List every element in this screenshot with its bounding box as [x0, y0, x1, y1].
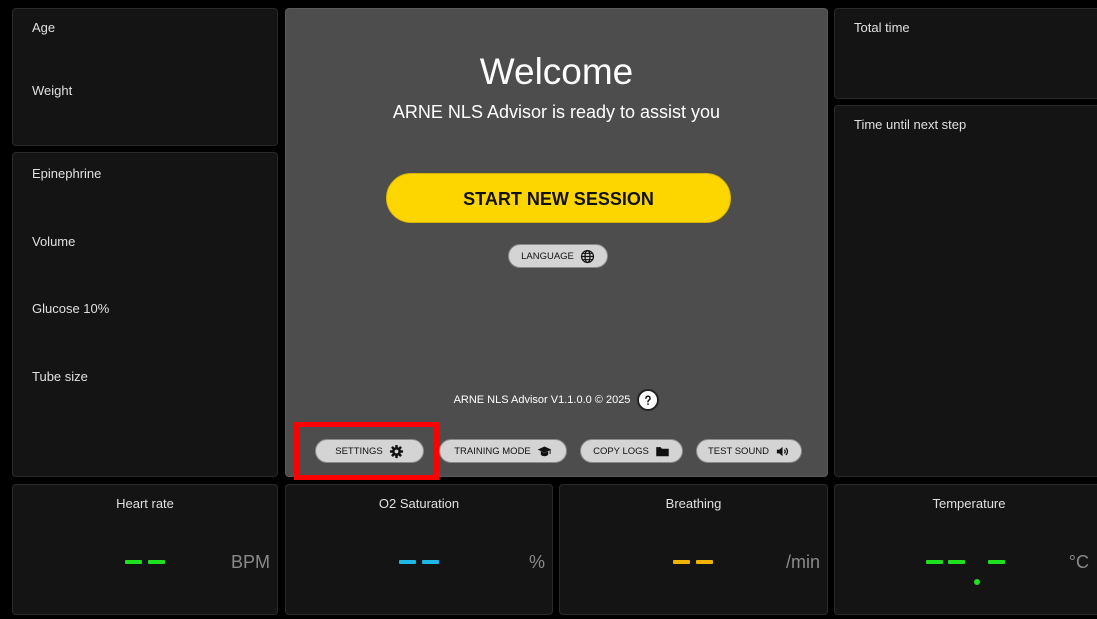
total-time-panel: Total time: [834, 8, 1097, 99]
graduation-cap-icon: [537, 446, 552, 456]
temperature-value-placeholder: [926, 560, 943, 564]
settings-highlight-box: [294, 422, 439, 480]
copy-logs-button[interactable]: COPY LOGS: [580, 439, 683, 463]
next-step-label: Time until next step: [854, 117, 967, 132]
epinephrine-label: Epinephrine: [32, 166, 102, 181]
volume-label: Volume: [32, 234, 76, 249]
start-new-session-button[interactable]: START NEW SESSION: [386, 173, 731, 223]
version-text: ARNE NLS Advisor V1.1.0.0 © 2025: [453, 394, 631, 406]
test-sound-label: TEST SOUND: [707, 445, 770, 457]
heart-rate-panel: Heart rate BPM: [12, 484, 278, 615]
breathing-value-placeholder: [696, 560, 713, 564]
breathing-panel: Breathing /min: [559, 484, 828, 615]
heart-rate-title: Heart rate: [116, 496, 174, 511]
folder-icon: [656, 446, 669, 456]
o2-saturation-unit: %: [528, 552, 545, 572]
speaker-icon: [776, 446, 789, 456]
o2-value-placeholder: [399, 560, 416, 564]
breathing-unit: /min: [785, 552, 820, 572]
temperature-unit: °C: [1068, 552, 1089, 572]
welcome-subtitle: ARNE NLS Advisor is ready to assist you: [392, 102, 721, 122]
medication-panel[interactable]: Epinephrine Volume Glucose 10% Tube size: [12, 152, 278, 477]
temperature-title: Temperature: [932, 496, 1006, 511]
welcome-title: Welcome: [479, 51, 634, 92]
glucose-label: Glucose 10%: [32, 301, 110, 316]
welcome-panel: Welcome ARNE NLS Advisor is ready to ass…: [285, 8, 828, 480]
total-time-label: Total time: [854, 20, 910, 35]
help-icon[interactable]: [637, 389, 660, 411]
globe-icon: [580, 249, 594, 263]
test-sound-button[interactable]: TEST SOUND: [696, 439, 802, 463]
tube-size-label: Tube size: [32, 369, 88, 384]
patient-panel[interactable]: Age Weight: [12, 8, 278, 146]
language-button[interactable]: LANGUAGE: [508, 244, 608, 268]
heart-rate-value-placeholder: [125, 560, 142, 564]
weight-label: Weight: [32, 83, 73, 98]
temperature-panel: Temperature °C: [834, 484, 1097, 615]
version-info: ARNE NLS Advisor V1.1.0.0 © 2025: [286, 389, 827, 411]
o2-saturation-panel: O2 Saturation %: [285, 484, 553, 615]
training-mode-label: TRAINING MODE: [454, 445, 531, 457]
breathing-title: Breathing: [665, 496, 722, 511]
temperature-decimal-dot: [974, 579, 980, 585]
language-label: LANGUAGE: [521, 250, 574, 262]
temperature-value-placeholder: [988, 560, 1005, 564]
breathing-value-placeholder: [673, 560, 690, 564]
heart-rate-unit: BPM: [230, 552, 270, 572]
o2-saturation-title: O2 Saturation: [378, 496, 460, 511]
o2-value-placeholder: [422, 560, 439, 564]
next-step-panel: Time until next step: [834, 105, 1097, 477]
temperature-value-placeholder: [948, 560, 965, 564]
heart-rate-value-placeholder: [148, 560, 165, 564]
copy-logs-label: COPY LOGS: [593, 445, 649, 457]
training-mode-button[interactable]: TRAINING MODE: [439, 439, 567, 463]
age-label: Age: [32, 20, 56, 35]
